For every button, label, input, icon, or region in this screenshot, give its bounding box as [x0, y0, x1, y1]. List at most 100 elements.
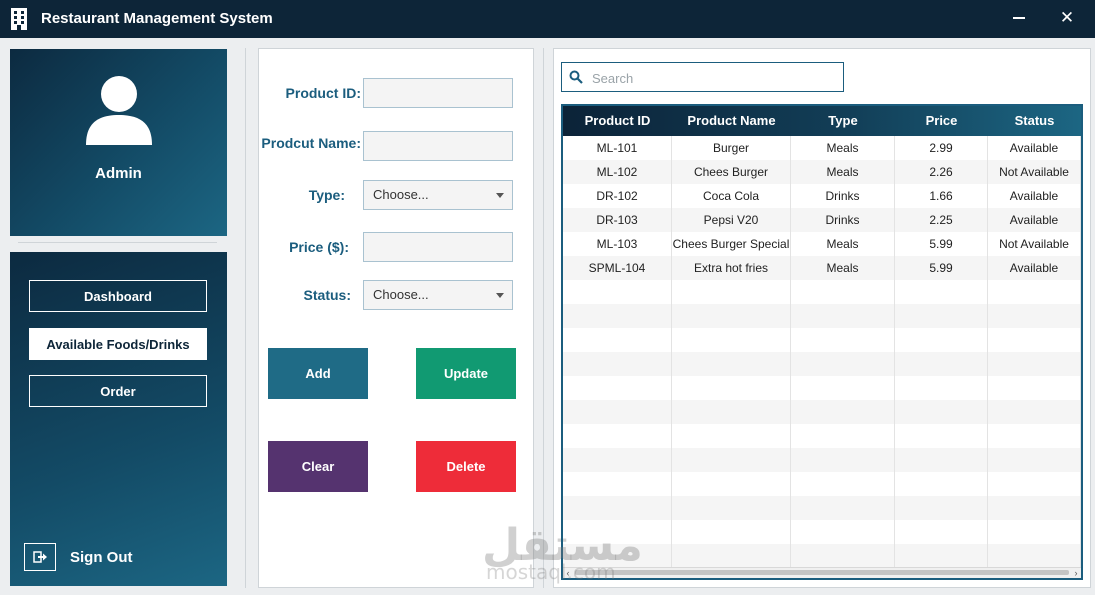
type-select-value: Choose... — [373, 187, 429, 202]
cell-product-name — [672, 472, 791, 496]
cell-status — [988, 376, 1081, 400]
nav-order-button[interactable]: Order — [29, 375, 207, 407]
cell-type: Meals — [791, 232, 895, 256]
cell-status: Available — [988, 136, 1081, 160]
close-icon[interactable]: ✕ — [1057, 8, 1077, 28]
empty-table-row[interactable] — [563, 472, 1081, 496]
cell-product-id — [563, 376, 672, 400]
clear-button[interactable]: Clear — [268, 441, 368, 492]
sidebar-nav: Dashboard Available Foods/Drinks Order S… — [10, 252, 227, 586]
scroll-thumb[interactable] — [575, 570, 1069, 575]
empty-table-row[interactable] — [563, 304, 1081, 328]
cell-status — [988, 424, 1081, 448]
cell-status — [988, 544, 1081, 568]
cell-product-id — [563, 448, 672, 472]
cell-product-id: ML-101 — [563, 136, 672, 160]
empty-table-row[interactable] — [563, 448, 1081, 472]
cell-type — [791, 424, 895, 448]
cell-price — [895, 328, 988, 352]
cell-price — [895, 544, 988, 568]
cell-product-id: ML-103 — [563, 232, 672, 256]
sign-out-button[interactable]: Sign Out — [70, 549, 133, 566]
price-field[interactable] — [363, 232, 513, 262]
cell-price: 5.99 — [895, 256, 988, 280]
cell-product-name — [672, 328, 791, 352]
type-select[interactable]: Choose... — [363, 180, 513, 210]
search-icon — [569, 70, 583, 84]
cell-type: Drinks — [791, 208, 895, 232]
type-label: Type: — [308, 187, 345, 203]
cell-product-name — [672, 304, 791, 328]
delete-button[interactable]: Delete — [416, 441, 516, 492]
table-row[interactable]: DR-103 Pepsi V20 Drinks 2.25 Available — [563, 208, 1081, 232]
cell-type — [791, 496, 895, 520]
column-header-product-id[interactable]: Product ID — [563, 106, 672, 136]
column-header-status[interactable]: Status — [988, 106, 1081, 136]
empty-table-row[interactable] — [563, 328, 1081, 352]
products-table[interactable]: Product ID Product Name Type Price Statu… — [561, 104, 1083, 580]
table-row[interactable]: DR-102 Coca Cola Drinks 1.66 Available — [563, 184, 1081, 208]
cell-product-name — [672, 376, 791, 400]
profile-card: Admin — [10, 49, 227, 236]
cell-type — [791, 352, 895, 376]
cell-type — [791, 448, 895, 472]
cell-product-id: DR-102 — [563, 184, 672, 208]
table-header: Product ID Product Name Type Price Statu… — [563, 106, 1081, 136]
nav-dashboard-button[interactable]: Dashboard — [29, 280, 207, 312]
cell-product-id — [563, 496, 672, 520]
column-header-price[interactable]: Price — [895, 106, 988, 136]
empty-table-row[interactable] — [563, 280, 1081, 304]
empty-table-row[interactable] — [563, 400, 1081, 424]
cell-status: Available — [988, 256, 1081, 280]
cell-type: Meals — [791, 160, 895, 184]
cell-price: 1.66 — [895, 184, 988, 208]
user-icon — [86, 76, 152, 145]
product-form: Product ID: Prodcut Name: Type: Choose..… — [258, 48, 534, 588]
cell-price: 5.99 — [895, 232, 988, 256]
cell-product-id — [563, 304, 672, 328]
product-id-field[interactable] — [363, 78, 513, 108]
update-button[interactable]: Update — [416, 348, 516, 399]
sign-out-icon[interactable] — [24, 543, 56, 571]
table-row[interactable]: ML-103 Chees Burger Special Meals 5.99 Not A… — [563, 232, 1081, 256]
status-select[interactable]: Choose... — [363, 280, 513, 310]
cell-product-name — [672, 544, 791, 568]
table-row[interactable]: ML-102 Chees Burger Meals 2.26 Not Available — [563, 160, 1081, 184]
cell-product-id: SPML-104 — [563, 256, 672, 280]
cell-price — [895, 352, 988, 376]
cell-status — [988, 304, 1081, 328]
empty-table-row[interactable] — [563, 496, 1081, 520]
cell-product-id — [563, 328, 672, 352]
cell-type — [791, 400, 895, 424]
empty-table-row[interactable] — [563, 352, 1081, 376]
cell-price: 2.26 — [895, 160, 988, 184]
minimize-icon[interactable] — [1010, 6, 1028, 30]
empty-table-row[interactable] — [563, 424, 1081, 448]
cell-status: Available — [988, 208, 1081, 232]
cell-product-name — [672, 280, 791, 304]
cell-price: 2.25 — [895, 208, 988, 232]
scroll-right-icon[interactable]: › — [1071, 568, 1081, 578]
search-input[interactable] — [590, 67, 834, 89]
cell-type — [791, 520, 895, 544]
divider — [18, 242, 217, 243]
cell-product-name: Extra hot fries — [672, 256, 791, 280]
cell-status — [988, 400, 1081, 424]
product-id-label: Product ID: — [285, 85, 361, 101]
cell-type: Drinks — [791, 184, 895, 208]
add-button[interactable]: Add — [268, 348, 368, 399]
column-header-type[interactable]: Type — [791, 106, 895, 136]
table-row[interactable]: SPML-104 Extra hot fries Meals 5.99 Availabl… — [563, 256, 1081, 280]
cell-status — [988, 496, 1081, 520]
product-name-field[interactable] — [363, 131, 513, 161]
cell-price — [895, 280, 988, 304]
cell-product-id: DR-103 — [563, 208, 672, 232]
column-header-product-name[interactable]: Product Name — [672, 106, 791, 136]
search-box[interactable] — [561, 62, 844, 92]
cell-price — [895, 496, 988, 520]
empty-table-row[interactable] — [563, 376, 1081, 400]
nav-available-foods-drinks-button[interactable]: Available Foods/Drinks — [29, 328, 207, 360]
cell-price — [895, 424, 988, 448]
table-row[interactable]: ML-101 Burger Meals 2.99 Available — [563, 136, 1081, 160]
products-panel: Product ID Product Name Type Price Statu… — [553, 48, 1091, 588]
